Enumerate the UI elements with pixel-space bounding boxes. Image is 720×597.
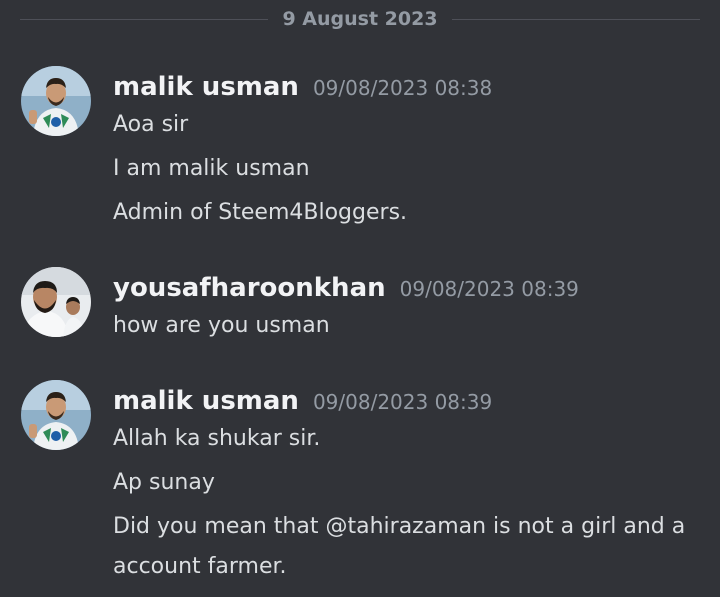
message-text: Aoa sir: [113, 112, 189, 137]
avatar-malik-usman[interactable]: [21, 66, 91, 136]
avatar-yousafharoonkhan[interactable]: [21, 267, 91, 337]
username[interactable]: malik usman: [113, 72, 299, 102]
message-timestamp: 09/08/2023 08:39: [312, 390, 493, 414]
username[interactable]: yousafharoonkhan: [113, 273, 386, 303]
avatar-image: [21, 66, 91, 136]
divider-date: 9 August 2023: [282, 8, 438, 30]
message-header: malik usman 09/08/2023 08:39: [113, 386, 492, 416]
avatar-malik-usman[interactable]: [21, 380, 91, 450]
message-header: malik usman 09/08/2023 08:38: [113, 72, 492, 102]
message-text: how are you usman: [113, 313, 330, 338]
message-text: Ap sunay: [113, 470, 215, 495]
message-text: Did you mean that @tahirazaman is not a …: [113, 514, 686, 579]
avatar-image: [21, 380, 91, 450]
divider-line-left: [20, 18, 269, 20]
message-text: I am malik usman: [113, 156, 310, 181]
divider-line-right: [451, 18, 700, 20]
message-text: Admin of Steem4Bloggers.: [113, 200, 408, 225]
avatar-image: [21, 267, 91, 337]
message-timestamp: 09/08/2023 08:39: [399, 277, 579, 301]
username[interactable]: malik usman: [113, 386, 299, 416]
date-divider: 9 August 2023: [20, 8, 700, 30]
message-timestamp: 09/08/2023 08:38: [312, 76, 493, 100]
message-header: yousafharoonkhan 09/08/2023 08:39: [113, 273, 579, 303]
message-text: Allah ka shukar sir.: [113, 426, 321, 451]
